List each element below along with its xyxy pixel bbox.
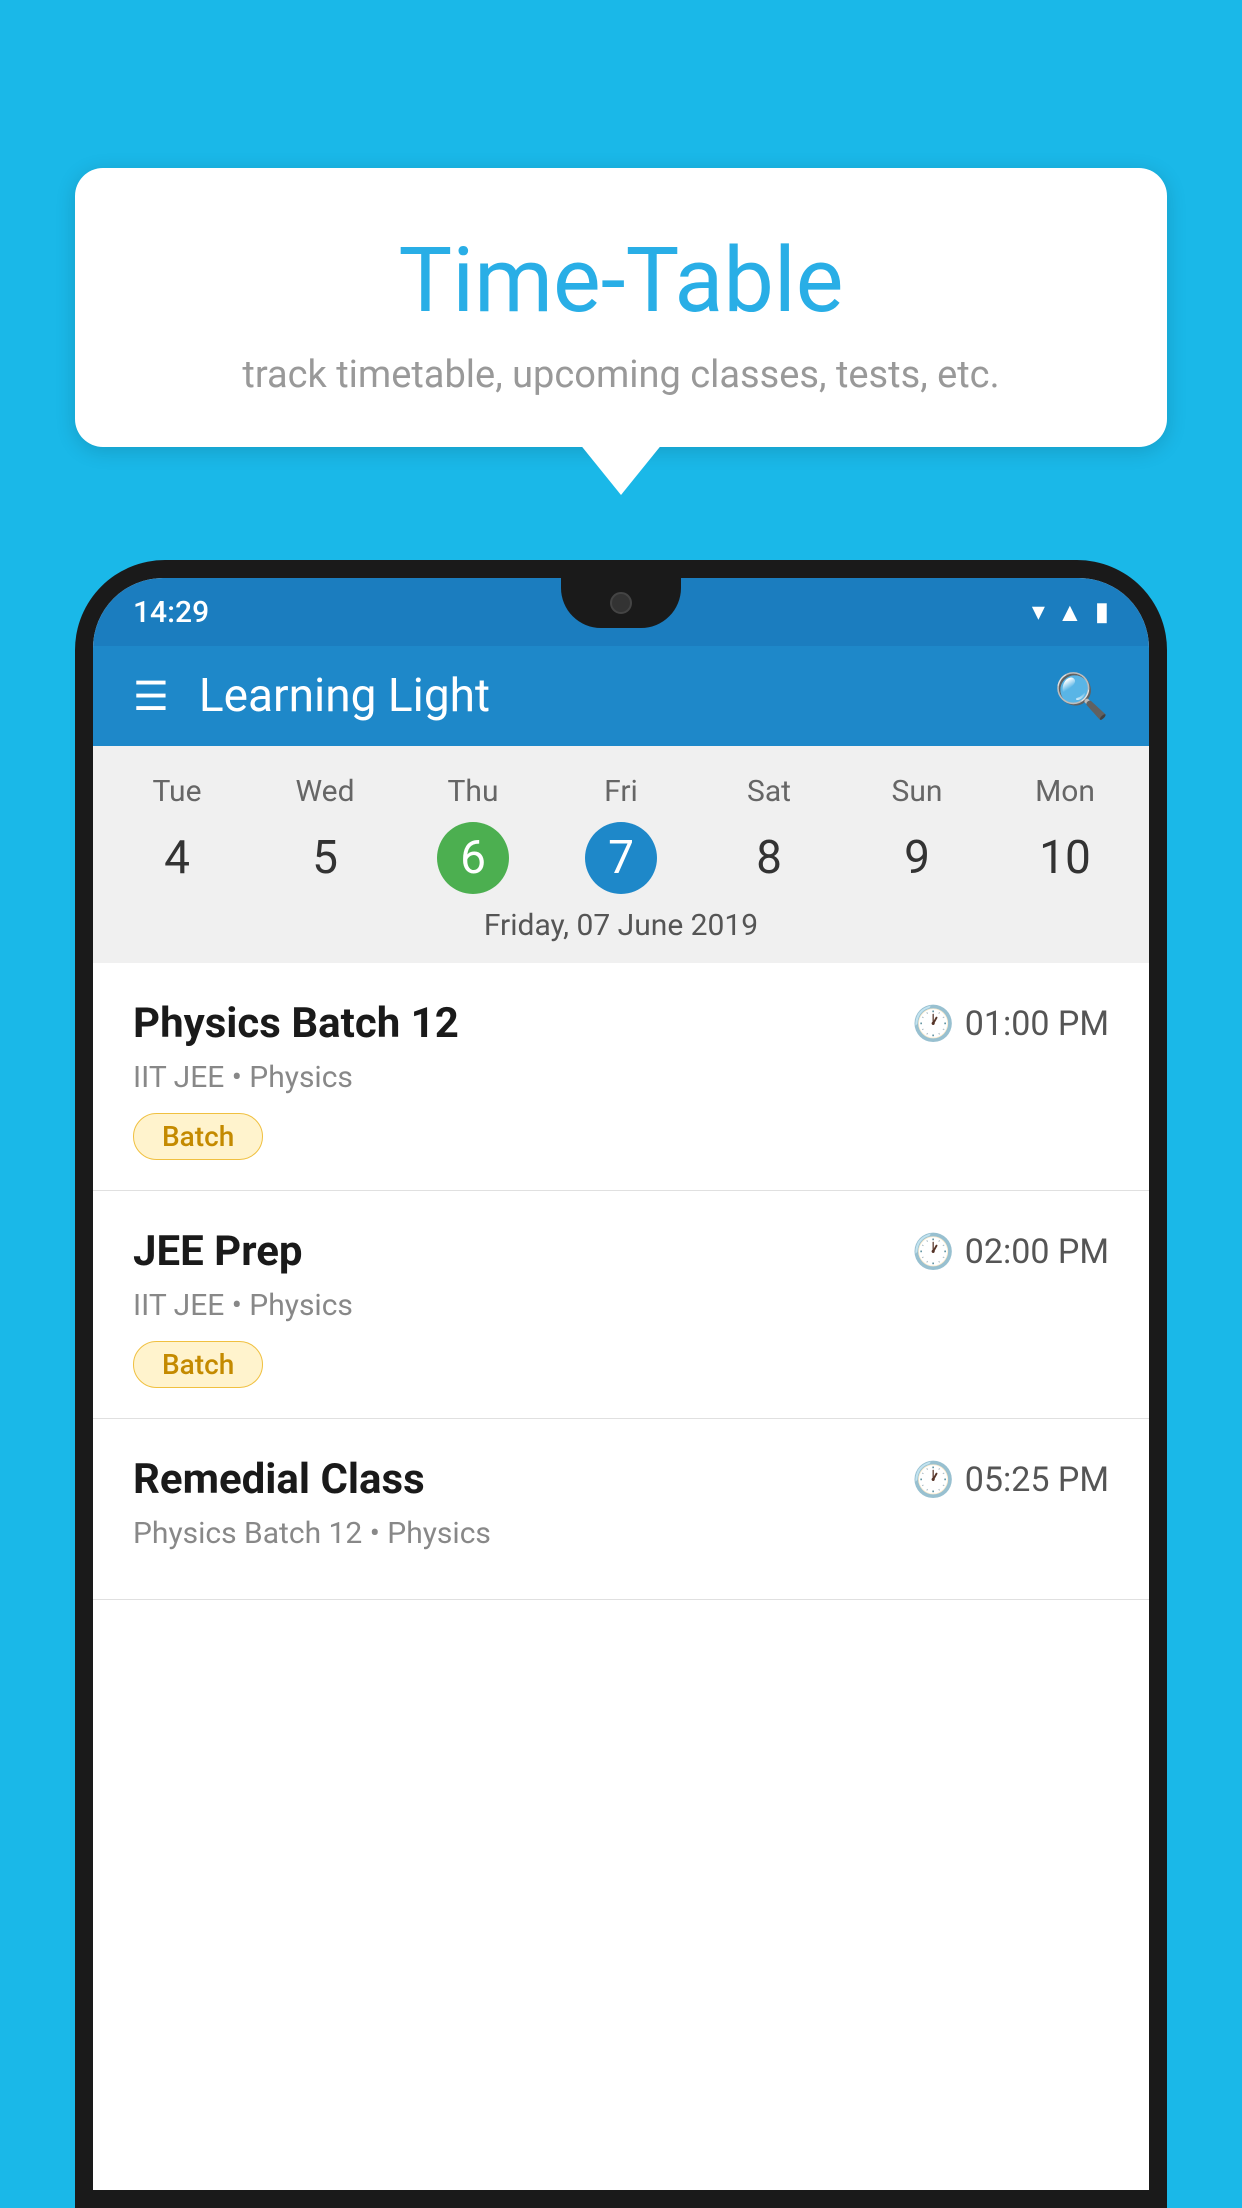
schedule-title-3: Remedial Class — [133, 1455, 425, 1504]
day-numbers: 4 5 6 7 8 9 10 — [93, 822, 1149, 894]
bubble-subtitle: track timetable, upcoming classes, tests… — [125, 353, 1117, 397]
signal-icon: ▲ — [1057, 597, 1083, 628]
schedule-item-1-header: Physics Batch 12 🕐 01:00 PM — [133, 999, 1109, 1048]
schedule-meta-1: IIT JEE • Physics — [133, 1060, 1109, 1095]
batch-badge-2: Batch — [133, 1341, 263, 1388]
day-header-sun: Sun — [843, 766, 991, 817]
date-9[interactable]: 9 — [843, 822, 991, 894]
phone-inner: 14:29 ▾ ▲ ▮ ☰ Learning Light 🔍 Tue — [93, 578, 1149, 2190]
camera-dot — [610, 592, 632, 614]
schedule-title-1: Physics Batch 12 — [133, 999, 459, 1048]
date-4[interactable]: 4 — [103, 822, 251, 894]
phone-mockup: 14:29 ▾ ▲ ▮ ☰ Learning Light 🔍 Tue — [75, 560, 1167, 2208]
hamburger-icon[interactable]: ☰ — [133, 673, 169, 720]
status-icons: ▾ ▲ ▮ — [1032, 597, 1109, 628]
day-header-mon: Mon — [991, 766, 1139, 817]
time-value-1: 01:00 PM — [965, 1004, 1109, 1044]
schedule-title-2: JEE Prep — [133, 1227, 303, 1276]
bubble-title: Time-Table — [125, 228, 1117, 333]
schedule-list: Physics Batch 12 🕐 01:00 PM IIT JEE • Ph… — [93, 963, 1149, 1600]
search-icon[interactable]: 🔍 — [1054, 670, 1109, 722]
day-header-fri: Fri — [547, 766, 695, 817]
notch — [561, 578, 681, 628]
batch-badge-1: Batch — [133, 1113, 263, 1160]
speech-bubble: Time-Table track timetable, upcoming cla… — [75, 168, 1167, 447]
time-value-2: 02:00 PM — [965, 1232, 1109, 1272]
date-5[interactable]: 5 — [251, 822, 399, 894]
calendar-strip: Tue Wed Thu Fri Sat Sun Mon 4 5 6 7 8 9 … — [93, 746, 1149, 963]
phone-outer: 14:29 ▾ ▲ ▮ ☰ Learning Light 🔍 Tue — [75, 560, 1167, 2208]
date-7-selected[interactable]: 7 — [585, 822, 657, 894]
schedule-time-2: 🕐 02:00 PM — [912, 1232, 1109, 1272]
schedule-item-3-header: Remedial Class 🕐 05:25 PM — [133, 1455, 1109, 1504]
day-header-thu: Thu — [399, 766, 547, 817]
app-bar: ☰ Learning Light 🔍 — [93, 646, 1149, 746]
schedule-time-1: 🕐 01:00 PM — [912, 1004, 1109, 1044]
schedule-item-1[interactable]: Physics Batch 12 🕐 01:00 PM IIT JEE • Ph… — [93, 963, 1149, 1191]
clock-icon-3: 🕐 — [912, 1460, 954, 1500]
schedule-item-3[interactable]: Remedial Class 🕐 05:25 PM Physics Batch … — [93, 1419, 1149, 1600]
day-headers: Tue Wed Thu Fri Sat Sun Mon — [93, 766, 1149, 817]
app-bar-title: Learning Light — [199, 669, 1054, 723]
clock-icon-2: 🕐 — [912, 1232, 954, 1272]
battery-icon: ▮ — [1095, 597, 1109, 627]
date-6-today[interactable]: 6 — [437, 822, 509, 894]
time-value-3: 05:25 PM — [965, 1460, 1109, 1500]
schedule-meta-2: IIT JEE • Physics — [133, 1288, 1109, 1323]
schedule-item-2[interactable]: JEE Prep 🕐 02:00 PM IIT JEE • Physics Ba… — [93, 1191, 1149, 1419]
schedule-time-3: 🕐 05:25 PM — [912, 1460, 1109, 1500]
day-header-wed: Wed — [251, 766, 399, 817]
clock-icon-1: 🕐 — [912, 1004, 954, 1044]
day-header-sat: Sat — [695, 766, 843, 817]
day-header-tue: Tue — [103, 766, 251, 817]
status-time: 14:29 — [133, 595, 209, 630]
selected-date-label: Friday, 07 June 2019 — [93, 894, 1149, 953]
date-10[interactable]: 10 — [991, 822, 1139, 894]
date-8[interactable]: 8 — [695, 822, 843, 894]
schedule-meta-3: Physics Batch 12 • Physics — [133, 1516, 1109, 1551]
schedule-item-2-header: JEE Prep 🕐 02:00 PM — [133, 1227, 1109, 1276]
wifi-icon: ▾ — [1032, 597, 1045, 627]
status-bar: 14:29 ▾ ▲ ▮ — [93, 578, 1149, 646]
